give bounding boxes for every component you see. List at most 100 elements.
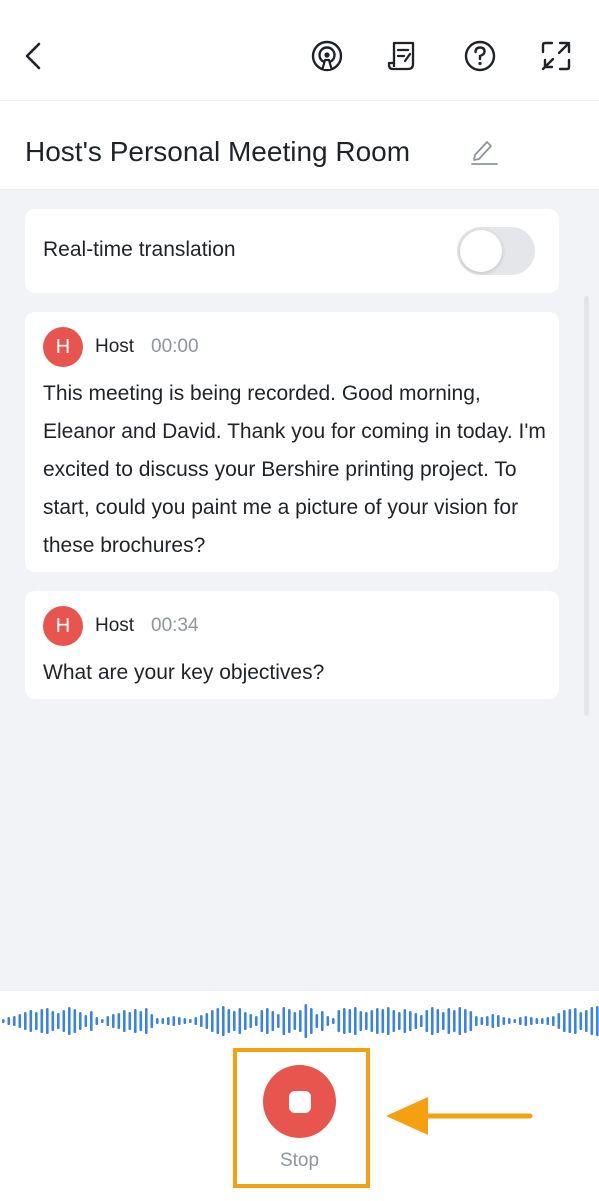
waveform-bar [68, 1007, 71, 1035]
highlight-box [233, 1048, 370, 1188]
waveform-bar [134, 1009, 137, 1033]
waveform-bar [348, 1009, 352, 1033]
timestamp: 00:34 [151, 615, 199, 636]
waveform-bar [524, 1016, 528, 1026]
transcript-text: This meeting is being recorded. Good mor… [43, 382, 546, 557]
waveform-bar [211, 1010, 214, 1032]
waveform-bar [299, 1010, 302, 1032]
scrollbar[interactable] [584, 296, 589, 716]
waveform-bar [458, 1007, 462, 1035]
avatar: H [43, 327, 83, 367]
waveform-bar [233, 1011, 236, 1031]
waveform-bar [73, 1009, 77, 1033]
waveform-bar [95, 1017, 99, 1025]
transcript-entry: H Host 00:00 This meeting is being recor… [25, 312, 559, 572]
expand-icon[interactable] [538, 38, 574, 74]
waveform-bar [376, 1008, 379, 1034]
waveform-bar [106, 1016, 110, 1026]
waveform-bar [381, 1009, 385, 1033]
waveform-bar [35, 1012, 38, 1030]
waveform-bar [354, 1007, 357, 1035]
waveform-bar [90, 1011, 93, 1031]
waveform-bar [557, 1013, 561, 1029]
waveform-bar [502, 1017, 506, 1025]
edit-icon[interactable] [470, 136, 498, 166]
timestamp: 00:00 [151, 336, 199, 357]
waveform-bar [475, 1016, 478, 1026]
waveform-bar [387, 1007, 390, 1035]
waveform-bar [568, 1009, 572, 1033]
waveform-bar [436, 1009, 440, 1033]
waveform-bar [293, 1012, 297, 1030]
waveform-bar [139, 1011, 143, 1031]
waveform-bar [46, 1008, 49, 1034]
waveform-bar [277, 1014, 280, 1028]
help-icon[interactable] [462, 38, 498, 74]
waveform-bar [24, 1012, 27, 1030]
waveform-bar [398, 1012, 401, 1030]
waveform-bar [431, 1007, 434, 1035]
waveform-bar [442, 1012, 445, 1030]
waveform-bar [161, 1018, 165, 1024]
waveform-bar [420, 1015, 423, 1027]
waveform-bar [189, 1019, 192, 1023]
waveform-bar [359, 1011, 363, 1031]
waveform-bar [519, 1017, 522, 1025]
waveform-bar [7, 1017, 11, 1025]
waveform-bar [79, 1012, 82, 1030]
waveform-bar [513, 1019, 517, 1023]
transcript-text: What are your key objectives? [43, 661, 325, 684]
waveform-bar [101, 1019, 104, 1023]
waveform-bar [491, 1014, 495, 1028]
waveform-bar [596, 1006, 599, 1036]
waveform-bar [288, 1009, 291, 1033]
waveform-bar [255, 1016, 258, 1026]
waveform-bar [574, 1008, 577, 1034]
waveform-bar [2, 1019, 5, 1023]
waveform-bar [409, 1011, 412, 1031]
waveform-bar [40, 1009, 44, 1033]
back-icon[interactable] [16, 38, 52, 74]
waveform-bar [486, 1016, 489, 1026]
waveform-bar [332, 1018, 335, 1024]
waveform-bar [238, 1008, 242, 1034]
waveform-bar [172, 1016, 176, 1026]
podcast-icon[interactable] [309, 38, 345, 74]
waveform-bar [123, 1010, 126, 1032]
waveform-bar [117, 1013, 121, 1029]
translation-label: Real-time translation [43, 238, 236, 261]
waveform-bar [563, 1010, 566, 1032]
waveform-bar [112, 1014, 115, 1028]
avatar: H [43, 606, 83, 646]
waveform-bar [453, 1010, 456, 1032]
waveform-bar [128, 1012, 132, 1030]
waveform-bar [414, 1013, 418, 1029]
speaker-name: Host [95, 336, 135, 357]
waveform-bar [167, 1017, 170, 1025]
transcript-area[interactable] [0, 190, 599, 990]
waveform-bar [497, 1015, 500, 1027]
waveform-bar [508, 1018, 511, 1024]
waveform-bar [227, 1009, 231, 1033]
notes-icon[interactable] [385, 38, 421, 74]
waveform-bar [200, 1015, 203, 1027]
waveform-bar [326, 1016, 330, 1026]
page-title: Host's Personal Meeting Room [25, 136, 411, 167]
transcript-entry: H Host 00:34 What are your key objective… [25, 591, 559, 699]
waveform-bar [552, 1016, 555, 1026]
waveform-bar [370, 1010, 374, 1032]
waveform-bar [585, 1010, 588, 1032]
waveform-bar [29, 1010, 33, 1032]
waveform-bar [145, 1008, 148, 1034]
translation-card: Real-time translation [25, 209, 559, 293]
waveform-bar [222, 1006, 225, 1036]
waveform-bar [150, 1014, 154, 1028]
translation-toggle[interactable] [457, 227, 535, 275]
waveform-bar [244, 1012, 247, 1030]
waveform-bar [183, 1018, 187, 1024]
waveform-bar [464, 1009, 467, 1033]
waveform-bar [216, 1008, 220, 1034]
waveform-bar [343, 1008, 346, 1034]
top-bar [0, 0, 599, 101]
waveform-bar [365, 1012, 368, 1030]
